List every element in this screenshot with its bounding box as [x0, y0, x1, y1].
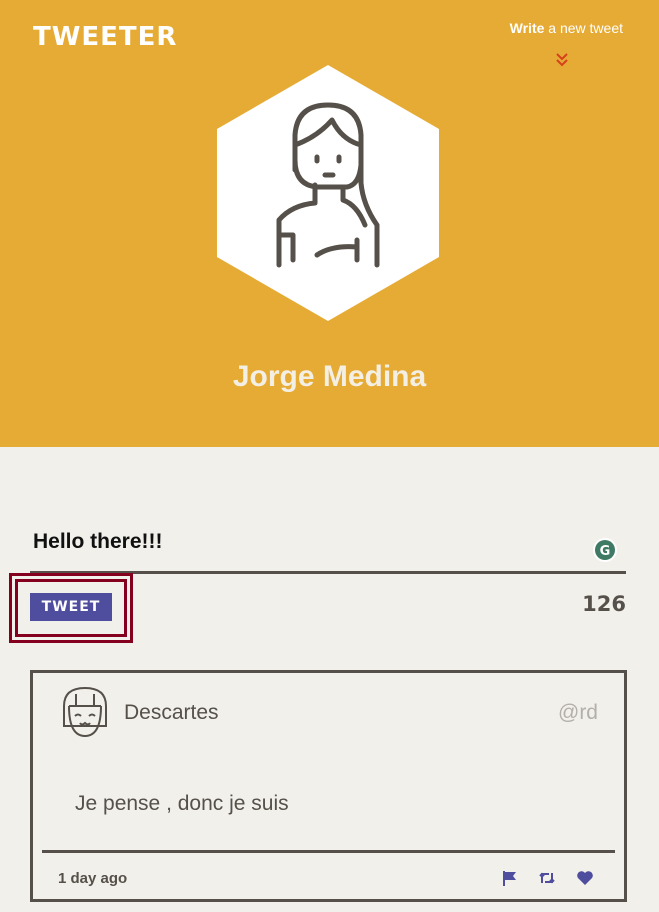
tweet-divider — [42, 850, 615, 853]
flag-icon[interactable] — [501, 869, 519, 887]
write-new-tweet-link[interactable]: Write a new tweet — [510, 20, 623, 36]
logo: TWEETER — [33, 22, 178, 52]
grammarly-icon[interactable]: G — [592, 537, 618, 563]
tweet-author: Descartes — [124, 701, 219, 724]
retweet-icon[interactable] — [538, 869, 556, 887]
tweet-input[interactable]: Hello there!!! — [33, 530, 163, 554]
tweet-handle: @rd — [558, 701, 598, 724]
tweet-content: Je pense , donc je suis — [75, 792, 289, 815]
profile-name: Jorge Medina — [232, 360, 427, 393]
svg-text:G: G — [600, 544, 611, 559]
tweet-button[interactable]: TWEET — [30, 593, 112, 621]
heart-icon[interactable] — [576, 869, 594, 887]
avatar — [217, 65, 439, 321]
tweet-time: 1 day ago — [58, 870, 128, 887]
char-counter: 126 — [582, 592, 626, 616]
chevron-double-down-icon[interactable] — [555, 52, 569, 68]
tweet-card: Descartes @rd Je pense , donc je suis 1 … — [30, 670, 627, 902]
profile-header: TWEETER Write a new tweet Jorge Medina — [0, 0, 659, 447]
author-avatar — [63, 686, 107, 738]
write-rest: a new tweet — [544, 20, 623, 36]
write-bold: Write — [509, 20, 545, 36]
